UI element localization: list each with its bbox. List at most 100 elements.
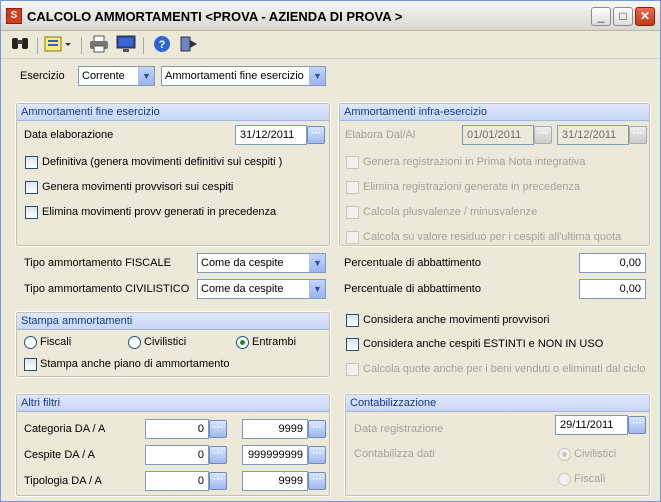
tipo-elaborazione-select[interactable]: Ammortamenti fine esercizio ▼ xyxy=(161,66,326,86)
contab-fiscali-radio[interactable] xyxy=(558,473,571,486)
tipologia-label: Tipologia DA / A xyxy=(24,475,102,487)
cespiti-estinti-label: Considera anche cespiti ESTINTI e NON IN… xyxy=(363,338,604,350)
percentuale-fiscale-field[interactable]: 0,00 xyxy=(579,253,646,273)
tipo-fiscale-label: Tipo ammortamento FISCALE xyxy=(24,257,171,269)
esercizio-label: Esercizio xyxy=(20,70,65,82)
cespite-a-field[interactable]: 999999999 xyxy=(242,445,308,465)
movimenti-provvisori-checkbox[interactable] xyxy=(346,314,359,327)
toolbar-separator xyxy=(143,37,144,54)
cespite-da-field[interactable]: 0 xyxy=(145,445,209,465)
percentuale-civilistico-label: Percentuale di abbattimento xyxy=(344,283,481,295)
piano-ammortamento-label: Stampa anche piano di ammortamento xyxy=(40,358,230,370)
date-picker-button[interactable]: ··· xyxy=(534,126,552,144)
app-icon: S xyxy=(6,8,22,24)
date-picker-button[interactable]: ··· xyxy=(629,126,647,144)
lookup-button[interactable]: ··· xyxy=(209,472,227,490)
group-header: Altri filtri xyxy=(17,395,329,412)
svg-text:?: ? xyxy=(159,39,166,51)
data-registrazione-label: Data registrazione xyxy=(354,423,444,435)
genera-provvisori-label: Genera movimenti provvisori sui cespiti xyxy=(42,181,234,193)
elimina-provvisori-checkbox[interactable] xyxy=(25,206,38,219)
definitiva-label: Definitiva (genera movimenti definitivi … xyxy=(42,156,283,168)
civilistici-radio[interactable] xyxy=(128,336,141,349)
preview-icon[interactable] xyxy=(115,35,137,55)
tipo-civilistico-label: Tipo ammortamento CIVILISTICO xyxy=(24,283,190,295)
fiscali-label: Fiscali xyxy=(40,336,72,348)
percentuale-fiscale-label: Percentuale di abbattimento xyxy=(344,257,481,269)
definitiva-checkbox[interactable] xyxy=(25,156,38,169)
main-window: S CALCOLO AMMORTAMENTI <PROVA - AZIENDA … xyxy=(0,0,661,502)
prima-nota-checkbox[interactable] xyxy=(346,156,359,169)
tipo-civilistico-value: Come da cespite xyxy=(201,283,284,295)
lookup-button[interactable]: ··· xyxy=(209,420,227,438)
tipologia-da-field[interactable]: 0 xyxy=(145,471,209,491)
entrambi-label: Entrambi xyxy=(252,336,297,348)
data-elaborazione-label: Data elaborazione xyxy=(24,129,114,141)
data-registrazione-field[interactable]: 29/11/2011 xyxy=(555,415,628,435)
civilistici-label: Civilistici xyxy=(144,336,187,348)
tipo-civilistico-select[interactable]: Come da cespite ▼ xyxy=(197,279,326,299)
categoria-da-field[interactable]: 0 xyxy=(145,419,209,439)
contab-fiscali-label: Fiscali xyxy=(574,473,606,485)
elabora-al-field[interactable]: 31/12/2011 xyxy=(557,125,629,145)
elimina-registrazioni-checkbox[interactable] xyxy=(346,181,359,194)
contabilizza-dati-label: Contabilizza dati xyxy=(354,448,435,460)
lookup-button[interactable]: ··· xyxy=(209,446,227,464)
chevron-down-icon: ▼ xyxy=(309,280,325,298)
genera-provvisori-checkbox[interactable] xyxy=(25,181,38,194)
toolbar-separator xyxy=(37,37,38,54)
elimina-provvisori-label: Elimina movimenti provv generati in prec… xyxy=(42,206,277,218)
maximize-button[interactable]: □ xyxy=(613,7,633,26)
group-header: Contabilizzazione xyxy=(346,395,649,412)
toolbar: ? xyxy=(1,32,660,59)
categoria-label: Categoria DA / A xyxy=(24,423,106,435)
lookup-button[interactable]: ··· xyxy=(308,420,326,438)
esercizio-select[interactable]: Corrente ▼ xyxy=(78,66,155,86)
beni-venduti-label: Calcola quote anche per i beni venduti o… xyxy=(363,363,646,375)
list-icon[interactable] xyxy=(43,35,73,55)
exit-icon[interactable] xyxy=(177,35,199,55)
infra-esercizio-group: Ammortamenti infra-esercizio xyxy=(338,102,651,247)
group-header: Ammortamenti infra-esercizio xyxy=(340,104,649,121)
fine-esercizio-group: Ammortamenti fine esercizio xyxy=(15,102,331,247)
valore-residuo-label: Calcola su valore residuo per i cespiti … xyxy=(363,231,622,243)
plusvalenze-checkbox[interactable] xyxy=(346,206,359,219)
tipo-elaborazione-value: Ammortamenti fine esercizio xyxy=(165,70,304,82)
lookup-button[interactable]: ··· xyxy=(308,446,326,464)
print-icon[interactable] xyxy=(88,35,110,55)
window-title: CALCOLO AMMORTAMENTI <PROVA - AZIENDA DI… xyxy=(27,9,403,24)
beni-venduti-checkbox[interactable] xyxy=(346,363,359,376)
chevron-down-icon: ▼ xyxy=(309,254,325,272)
chevron-down-icon: ▼ xyxy=(309,67,325,85)
cespite-label: Cespite DA / A xyxy=(24,449,95,461)
elabora-dal-field[interactable]: 01/01/2011 xyxy=(462,125,534,145)
minimize-button[interactable]: _ xyxy=(591,7,611,26)
tipologia-a-field[interactable]: 9999 xyxy=(242,471,308,491)
date-picker-button[interactable]: ··· xyxy=(628,416,646,434)
close-button[interactable]: ✕ xyxy=(635,7,655,26)
cespiti-estinti-checkbox[interactable] xyxy=(346,338,359,351)
percentuale-civilistico-field[interactable]: 0,00 xyxy=(579,279,646,299)
binoculars-icon[interactable] xyxy=(9,35,31,55)
elimina-registrazioni-label: Elimina registrazioni generate in preced… xyxy=(363,181,581,193)
plusvalenze-label: Calcola plusvalenze / minusvalenze xyxy=(363,206,538,218)
movimenti-provvisori-label: Considera anche movimenti provvisori xyxy=(363,314,550,326)
contab-civilistici-label: Civilistici xyxy=(574,448,617,460)
valore-residuo-checkbox[interactable] xyxy=(346,231,359,244)
group-header: Ammortamenti fine esercizio xyxy=(17,104,329,121)
piano-ammortamento-checkbox[interactable] xyxy=(24,358,37,371)
lookup-button[interactable]: ··· xyxy=(308,472,326,490)
toolbar-separator xyxy=(81,37,82,54)
group-header: Stampa ammortamenti xyxy=(17,313,329,330)
title-bar: S CALCOLO AMMORTAMENTI <PROVA - AZIENDA … xyxy=(1,1,660,31)
date-picker-button[interactable]: ··· xyxy=(307,126,325,144)
tipo-fiscale-select[interactable]: Come da cespite ▼ xyxy=(197,253,326,273)
entrambi-radio[interactable] xyxy=(236,336,249,349)
data-elaborazione-field[interactable]: 31/12/2011 xyxy=(235,125,307,145)
tipo-fiscale-value: Come da cespite xyxy=(201,257,284,269)
prima-nota-label: Genera registrazioni in Prima Nota integ… xyxy=(363,156,586,168)
contab-civilistici-radio[interactable] xyxy=(558,448,571,461)
fiscali-radio[interactable] xyxy=(24,336,37,349)
categoria-a-field[interactable]: 9999 xyxy=(242,419,308,439)
help-icon[interactable]: ? xyxy=(151,35,173,55)
